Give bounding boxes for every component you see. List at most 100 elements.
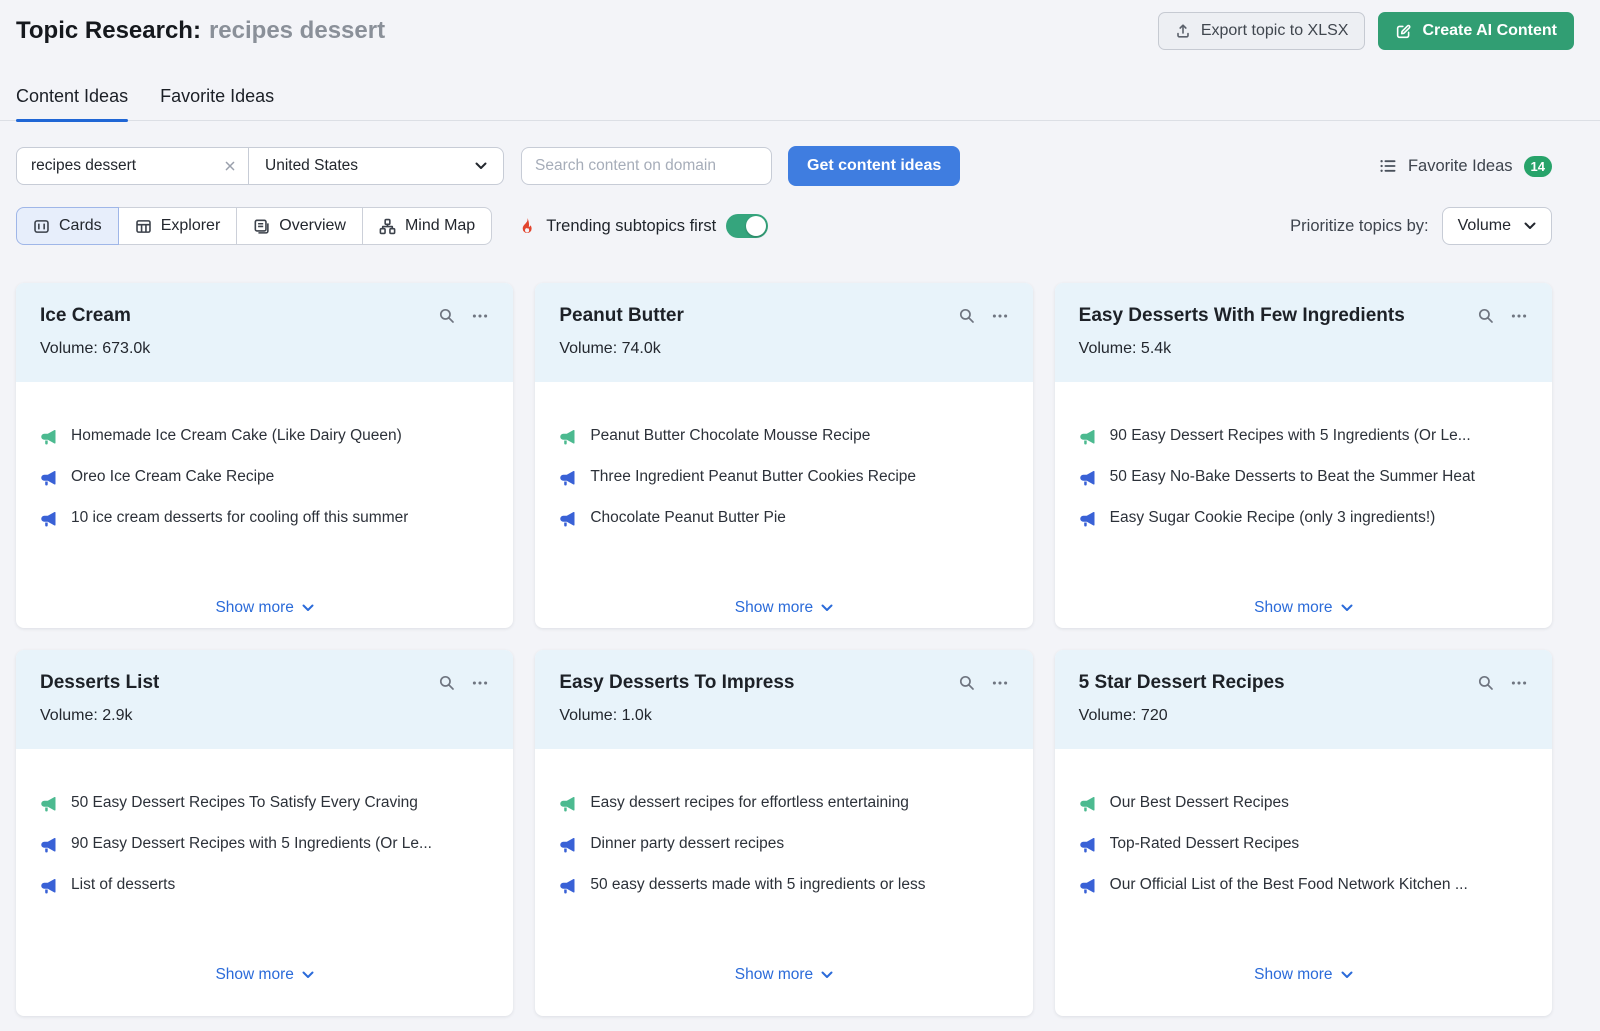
topic-query-value: recipes dessert [31, 157, 137, 174]
headline-item[interactable]: Chocolate Peanut Butter Pie [559, 508, 1008, 528]
headline-text: List of desserts [71, 876, 176, 893]
headline-item[interactable]: 90 Easy Dessert Recipes with 5 Ingredien… [1079, 426, 1528, 446]
show-more-label: Show more [734, 966, 814, 983]
headline-item[interactable]: 50 Easy Dessert Recipes To Satisfy Every… [40, 793, 489, 813]
topic-card: 5 Star Dessert Recipes Volume: 720 Our B… [1054, 650, 1552, 1016]
topic-card-body: 50 Easy Dessert Recipes To Satisfy Every… [16, 749, 513, 1016]
cards-icon [33, 218, 50, 235]
create-ai-content-button[interactable]: Create AI Content [1378, 12, 1574, 50]
ellipsis-icon[interactable] [1510, 674, 1528, 692]
megaphone-icon [40, 876, 58, 894]
favorite-ideas-link[interactable]: Favorite Ideas 14 [1379, 155, 1552, 177]
topic-title[interactable]: Ice Cream [40, 305, 131, 327]
country-select[interactable]: United States [249, 148, 503, 184]
chevron-down-icon [821, 971, 833, 979]
show-more-link[interactable]: Show more [215, 966, 314, 984]
megaphone-icon [1079, 468, 1097, 486]
headline-item[interactable]: 50 easy desserts made with 5 ingredients… [559, 875, 1008, 895]
create-ai-content-label: Create AI Content [1422, 22, 1557, 39]
headline-item[interactable]: Three Ingredient Peanut Butter Cookies R… [559, 467, 1008, 487]
tab-content-ideas[interactable]: Content Ideas [16, 86, 129, 122]
view-overview-button[interactable]: Overview [236, 207, 363, 245]
megaphone-icon [559, 427, 577, 445]
megaphone-icon [40, 509, 58, 527]
headline-item[interactable]: Easy dessert recipes for effortless ente… [559, 793, 1008, 813]
topic-title[interactable]: Easy Desserts To Impress [559, 672, 794, 694]
close-icon[interactable] [224, 160, 236, 172]
ellipsis-icon[interactable] [471, 674, 489, 692]
ellipsis-icon[interactable] [991, 307, 1009, 325]
view-mind-map-button[interactable]: Mind Map [361, 207, 493, 245]
domain-search-input[interactable]: Search content on domain [521, 147, 772, 185]
headline-item[interactable]: List of desserts [40, 875, 489, 895]
topic-card: Easy Desserts With Few Ingredients Volum… [1054, 283, 1552, 628]
search-icon[interactable] [958, 307, 976, 325]
topic-card: Desserts List Volume: 2.9k 50 Easy Desse… [16, 650, 514, 1016]
headline-item[interactable]: 50 Easy No-Bake Desserts to Beat the Sum… [1079, 467, 1528, 487]
chevron-down-icon [302, 604, 314, 612]
headline-text: Easy dessert recipes for effortless ente… [590, 794, 909, 811]
ellipsis-icon[interactable] [471, 307, 489, 325]
search-icon[interactable] [438, 674, 456, 692]
ellipsis-icon[interactable] [1510, 307, 1528, 325]
prioritize-control: Prioritize topics by: Volume [1290, 207, 1552, 245]
tab-favorite-ideas[interactable]: Favorite Ideas [160, 86, 274, 120]
show-more-label: Show more [1254, 966, 1333, 983]
topic-card: Peanut Butter Volume: 74.0k Peanut Butte… [535, 283, 1033, 628]
view-cards-button[interactable]: Cards [16, 207, 119, 245]
show-more-label: Show more [734, 599, 814, 616]
ellipsis-icon[interactable] [991, 674, 1009, 692]
filter-row: recipes dessert United States Search con… [0, 146, 1600, 186]
list-icon [1379, 157, 1397, 175]
prioritize-value: Volume [1457, 217, 1511, 234]
show-more-link[interactable]: Show more [735, 966, 833, 984]
search-icon[interactable] [958, 674, 976, 692]
headline-item[interactable]: Our Best Dessert Recipes [1079, 793, 1528, 813]
headline-item[interactable]: Our Official List of the Best Food Netwo… [1079, 875, 1528, 895]
headline-text: 50 Easy No-Bake Desserts to Beat the Sum… [1109, 468, 1475, 485]
show-more-label: Show more [215, 966, 294, 983]
search-icon[interactable] [1477, 307, 1495, 325]
headline-item[interactable]: Oreo Ice Cream Cake Recipe [40, 467, 489, 487]
toggle-knob [746, 216, 767, 236]
chevron-down-icon [475, 162, 487, 170]
topic-volume: Volume: 1.0k [559, 707, 652, 724]
megaphone-icon [559, 876, 577, 894]
page-title: Topic Research: recipes dessert [16, 17, 385, 45]
show-more-link[interactable]: Show more [735, 599, 833, 617]
search-icon[interactable] [1477, 674, 1495, 692]
headline-item[interactable]: 10 ice cream desserts for cooling off th… [40, 508, 489, 528]
megaphone-icon [1079, 794, 1097, 812]
headline-item[interactable]: 90 Easy Dessert Recipes with 5 Ingredien… [40, 834, 489, 854]
headline-item[interactable]: Peanut Butter Chocolate Mousse Recipe [559, 426, 1008, 446]
get-content-ideas-label: Get content ideas [807, 157, 942, 174]
megaphone-icon [1079, 835, 1097, 853]
trending-toggle[interactable] [726, 214, 769, 238]
topic-title[interactable]: Desserts List [40, 672, 159, 694]
topic-title[interactable]: Peanut Butter [559, 305, 684, 327]
page-title-query: recipes dessert [208, 17, 386, 44]
view-explorer-button[interactable]: Explorer [117, 207, 238, 245]
megaphone-icon [559, 509, 577, 527]
search-icon[interactable] [438, 307, 456, 325]
headline-item[interactable]: Dinner party dessert recipes [559, 834, 1008, 854]
topic-card-header: 5 Star Dessert Recipes Volume: 720 [1054, 650, 1552, 749]
upload-icon [1175, 23, 1191, 39]
chevron-down-icon [1341, 971, 1353, 979]
headline-item[interactable]: Easy Sugar Cookie Recipe (only 3 ingredi… [1079, 508, 1528, 528]
topic-title[interactable]: Easy Desserts With Few Ingredients [1079, 305, 1405, 327]
view-overview-label: Overview [279, 217, 346, 234]
headline-item[interactable]: Homemade Ice Cream Cake (Like Dairy Quee… [40, 426, 489, 446]
show-more-link[interactable]: Show more [215, 599, 314, 617]
show-more-link[interactable]: Show more [1254, 966, 1353, 984]
get-content-ideas-button[interactable]: Get content ideas [788, 146, 961, 186]
country-value: United States [265, 157, 359, 174]
show-more-link[interactable]: Show more [1254, 599, 1353, 617]
prioritize-select[interactable]: Volume [1441, 207, 1552, 245]
topic-title[interactable]: 5 Star Dessert Recipes [1079, 672, 1285, 694]
export-xlsx-button[interactable]: Export topic to XLSX [1157, 12, 1366, 50]
topic-card-header: Desserts List Volume: 2.9k [16, 650, 514, 749]
headline-item[interactable]: Top-Rated Dessert Recipes [1079, 834, 1528, 854]
prioritize-label: Prioritize topics by: [1290, 216, 1429, 235]
topic-query-input[interactable]: recipes dessert [17, 148, 249, 184]
